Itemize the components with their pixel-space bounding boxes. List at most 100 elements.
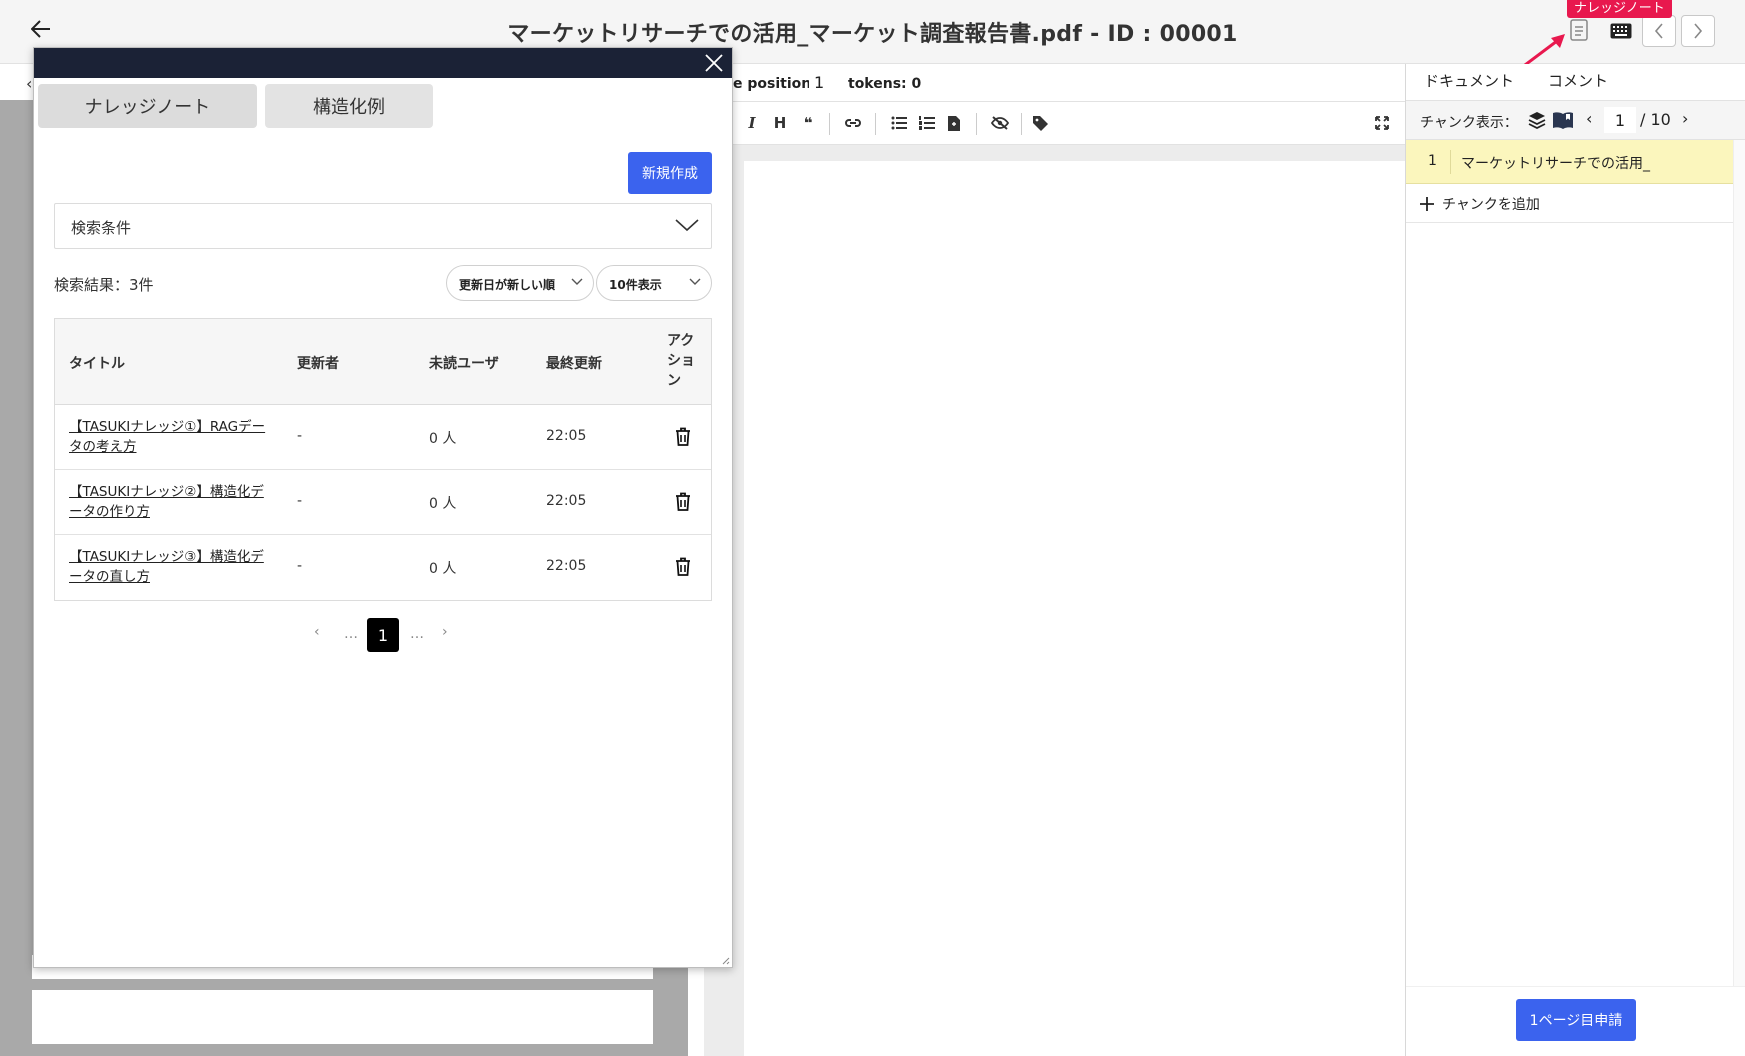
- note-icon: [1570, 19, 1588, 41]
- toolbar-separator: [875, 113, 876, 135]
- per-page-select[interactable]: 10件表示: [596, 265, 712, 301]
- tag-button[interactable]: [1029, 112, 1051, 134]
- numbered-list-icon: [919, 116, 935, 130]
- table-row: 【TASUKIナレッジ③】構造化データの直し方 - 0 人 22:05: [55, 535, 711, 600]
- chunk-bar: チャンク表示： ‹ / 10 ›: [1406, 100, 1745, 140]
- note-last-updated: 22:05: [546, 428, 587, 444]
- heading-button[interactable]: H: [769, 112, 791, 134]
- column-action: アクション: [667, 333, 695, 389]
- keyboard-shortcuts-button[interactable]: [1606, 18, 1636, 44]
- tab-comment[interactable]: コメント: [1548, 70, 1608, 91]
- note-title-link[interactable]: 【TASUKIナレッジ③】構造化データの直し方: [69, 547, 269, 587]
- link-icon: [845, 119, 861, 127]
- editor-text-area[interactable]: [744, 161, 1405, 1056]
- link-button[interactable]: [842, 112, 864, 134]
- quote-button[interactable]: ❝: [797, 112, 819, 134]
- trash-icon: [676, 557, 690, 576]
- knowledge-note-modal: ナレッジノート 構造化例 新規作成 検索条件 検索結果：3件 更新日が新しい順 …: [33, 47, 733, 968]
- chunk-number: 1: [1428, 153, 1437, 169]
- delete-note-button[interactable]: [672, 424, 694, 448]
- modal-close-button[interactable]: [702, 52, 726, 74]
- position-label: e position:: [733, 76, 817, 92]
- right-sidebar: ドキュメント コメント チャンク表示： ‹ / 10 › 1 マーケットリサーチ…: [1406, 64, 1745, 1056]
- note-title-link[interactable]: 【TASUKIナレッジ②】構造化データの作り方: [69, 482, 269, 522]
- chevron-left-icon: [1654, 23, 1663, 39]
- bullet-list-button[interactable]: [888, 112, 910, 134]
- chevron-down-icon: [675, 219, 699, 232]
- note-unread-users: 0 人: [429, 496, 457, 512]
- sort-order-select[interactable]: 更新日が新しい順: [446, 265, 594, 301]
- chunk-text: マーケットリサーチでの活用_: [1461, 156, 1650, 172]
- column-title: タイトル: [69, 356, 125, 372]
- layer-view-button[interactable]: [1526, 109, 1548, 131]
- keyboard-icon: [1610, 23, 1632, 39]
- delete-note-button[interactable]: [672, 489, 694, 513]
- search-conditions-toggle[interactable]: 検索条件: [54, 203, 712, 249]
- chunk-display-label: チャンク表示：: [1420, 115, 1518, 131]
- previous-document-button[interactable]: [1642, 15, 1676, 47]
- editor-toolbar: I H ❝: [733, 101, 1405, 145]
- fullscreen-button[interactable]: [1371, 112, 1393, 134]
- trash-icon: [676, 492, 690, 511]
- toggle-preview-button[interactable]: [989, 112, 1011, 134]
- delete-note-button[interactable]: [672, 554, 694, 578]
- resize-handle-icon[interactable]: [720, 955, 730, 965]
- chevron-down-icon: [571, 278, 583, 285]
- new-note-button[interactable]: 新規作成: [628, 152, 712, 194]
- position-input[interactable]: [809, 69, 849, 95]
- trash-icon: [676, 427, 690, 446]
- table-row: 【TASUKIナレッジ①】RAGデータの考え方 - 0 人 22:05: [55, 405, 711, 470]
- viewer-divider: [688, 955, 704, 1056]
- insert-file-button[interactable]: [943, 112, 965, 134]
- chevron-right-icon: [1694, 23, 1703, 39]
- modal-titlebar[interactable]: [34, 48, 732, 78]
- search-conditions-label: 検索条件: [71, 219, 132, 237]
- tokens-count: tokens: 0: [848, 76, 922, 92]
- next-document-button[interactable]: [1681, 15, 1715, 47]
- layers-icon: [1528, 112, 1546, 129]
- eye-slash-icon: [991, 116, 1009, 130]
- tab-document[interactable]: ドキュメント: [1424, 70, 1514, 91]
- per-page-value: 10件表示: [609, 278, 662, 292]
- book-view-button[interactable]: [1552, 109, 1574, 131]
- note-last-updated: 22:05: [546, 558, 587, 574]
- file-icon: [948, 115, 960, 131]
- book-open-icon: [1553, 112, 1573, 129]
- tab-structure-example[interactable]: 構造化例: [265, 84, 433, 128]
- sidebar-scrollbar[interactable]: [1733, 140, 1745, 1050]
- chunk-item[interactable]: 1 マーケットリサーチでの活用_: [1406, 140, 1733, 184]
- page-ellipsis: …: [344, 626, 358, 642]
- plus-icon: [1420, 197, 1434, 211]
- page-current-button[interactable]: 1: [367, 618, 399, 652]
- document-title: マーケットリサーチでの活用_マーケット調査報告書.pdf - ID : 0000…: [507, 22, 1238, 47]
- note-updater: -: [297, 493, 303, 509]
- column-unread-users: 未読ユーザ: [429, 356, 499, 372]
- submit-page-button[interactable]: 1ページ目申請: [1516, 999, 1636, 1041]
- add-chunk-label: チャンクを追加: [1442, 197, 1540, 213]
- knowledge-note-button[interactable]: [1566, 16, 1592, 44]
- chunk-divider: [1450, 150, 1451, 174]
- column-updater: 更新者: [297, 356, 339, 372]
- chunk-next-button[interactable]: ›: [1682, 109, 1688, 128]
- italic-button[interactable]: I: [741, 112, 763, 134]
- column-last-updated: 最終更新: [546, 356, 602, 372]
- note-title-link[interactable]: 【TASUKIナレッジ①】RAGデータの考え方: [69, 417, 269, 457]
- pdf-page: [32, 990, 653, 1044]
- numbered-list-button[interactable]: [916, 112, 938, 134]
- note-last-updated: 22:05: [546, 493, 587, 509]
- chunk-page-input[interactable]: [1604, 107, 1636, 133]
- chunk-prev-button[interactable]: ‹: [1586, 109, 1592, 128]
- tag-icon: [1032, 115, 1048, 131]
- page-next-button[interactable]: ›: [442, 624, 448, 640]
- divider: [1406, 222, 1733, 223]
- pdf-viewer-collapse-icon[interactable]: ‹: [26, 74, 32, 93]
- add-chunk-button[interactable]: チャンクを追加: [1420, 194, 1540, 214]
- tab-knowledge-note[interactable]: ナレッジノート: [38, 84, 257, 128]
- toolbar-separator: [1021, 113, 1022, 135]
- close-icon: [705, 54, 723, 72]
- note-updater: -: [297, 558, 303, 574]
- pagination: ‹ … 1 … ›: [314, 618, 494, 652]
- page-prev-button[interactable]: ‹: [314, 624, 320, 640]
- sidebar-footer: 1ページ目申請: [1406, 986, 1745, 1056]
- editor-info-bar: e position: tokens: 0: [733, 65, 1405, 101]
